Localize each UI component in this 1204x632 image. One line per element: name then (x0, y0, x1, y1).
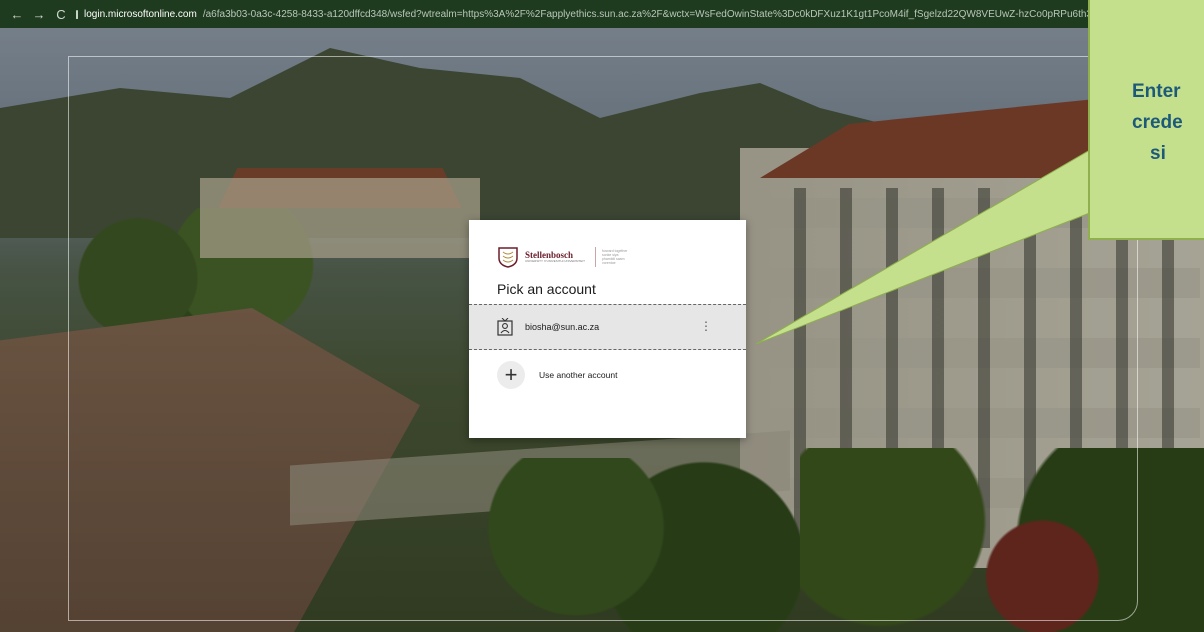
page-title: Pick an account (497, 281, 596, 297)
forward-icon[interactable]: → (32, 7, 46, 22)
url-field[interactable]: login.microsoftonline.com/a6fa3b03-0a3c-… (76, 9, 1194, 20)
callout-line-1: Enter (1132, 81, 1181, 102)
callout-line-3: si (1150, 143, 1166, 164)
account-picker-card: Stellenbosch UNIVERSITY IYUNIVESITHI UNI… (469, 220, 746, 438)
instruction-callout: Enter crede si (1088, 0, 1204, 240)
university-logo: Stellenbosch UNIVERSITY IYUNIVESITHI UNI… (497, 246, 632, 268)
reload-icon[interactable]: C (54, 7, 68, 22)
logo-tagline: forward together sonke siya phambili saa… (601, 248, 628, 266)
browser-address-bar: ← → C login.microsoftonline.com/a6fa3b03… (0, 0, 1204, 28)
person-icon (497, 318, 513, 336)
use-another-account-button[interactable]: + Use another account (469, 360, 746, 390)
logo-subtitle: UNIVERSITY IYUNIVESITHI UNIVERSITEIT (525, 259, 585, 263)
more-options-icon[interactable]: ⋮ (700, 320, 712, 332)
plus-icon: + (497, 361, 525, 389)
back-icon[interactable]: ← (10, 7, 24, 22)
callout-line-2: crede (1132, 112, 1183, 133)
url-host: login.microsoftonline.com (84, 8, 197, 20)
account-tile-biosha[interactable]: biosha@sun.ac.za ⋮ (469, 304, 746, 350)
university-crest-icon (498, 247, 518, 268)
lock-icon (76, 9, 78, 19)
use-another-account-label: Use another account (539, 370, 618, 380)
url-path: /a6fa3b03-0a3c-4258-8433-a120dffcd348/ws… (202, 8, 1194, 20)
account-email: biosha@sun.ac.za (525, 322, 600, 332)
